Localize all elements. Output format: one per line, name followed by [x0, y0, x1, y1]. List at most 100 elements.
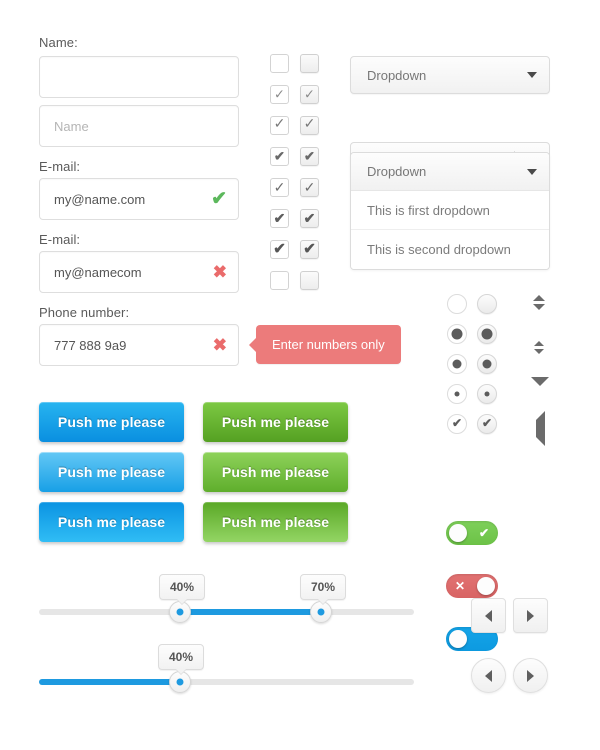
slider-fill — [39, 679, 180, 685]
radio-plain-empty[interactable] — [447, 294, 467, 314]
triangle-right-icon — [527, 669, 534, 682]
toggle-off-red[interactable]: ✕ — [446, 574, 498, 598]
triangle-down-icon[interactable] — [531, 377, 549, 403]
check-icon: ✔ — [273, 209, 286, 226]
check-icon: ✓ — [303, 116, 316, 132]
toggle-knob — [477, 577, 495, 595]
check-icon: ✓ — [273, 178, 286, 195]
phone-wrap: ✖ — [39, 324, 239, 366]
triangle-up-icon[interactable] — [534, 341, 544, 346]
email-valid-wrap: ✔ — [39, 178, 239, 220]
radio-shaded-filled-mid[interactable] — [477, 354, 497, 374]
check-icon: ✔ — [451, 416, 463, 431]
radio-dot-icon — [452, 359, 462, 369]
prev-square-button[interactable] — [471, 598, 506, 633]
checkbox-plain-6[interactable]: ✔ — [270, 209, 289, 228]
checkbox-shaded-4[interactable]: ✔ — [300, 147, 319, 166]
blue-button-2[interactable]: Push me please — [39, 452, 184, 492]
green-button-3[interactable]: Push me please — [203, 502, 348, 542]
checkbox-shaded-6[interactable]: ✔ — [300, 209, 319, 228]
triangle-up-icon[interactable] — [533, 295, 545, 301]
radio-plain-filled-mid[interactable] — [447, 354, 467, 374]
toggle-knob — [449, 630, 467, 648]
checkbox-plain-2[interactable]: ✓ — [270, 85, 289, 104]
triangle-down-icon[interactable] — [533, 304, 545, 310]
blue-button-3[interactable]: Push me please — [39, 502, 184, 542]
radio-plain-check[interactable]: ✔ — [447, 414, 467, 434]
name-label: Name: — [39, 35, 78, 50]
check-icon: ✔ — [303, 240, 316, 258]
dropdown-open-toggle[interactable]: Dropdown — [351, 153, 549, 191]
radio-plain-filled-small[interactable] — [447, 384, 467, 404]
dropdown-open: Dropdown This is first dropdown This is … — [350, 152, 550, 270]
triangle-left-icon — [485, 609, 492, 622]
check-icon: ✓ — [273, 116, 286, 132]
dropdown-simple-label: Dropdown — [367, 67, 427, 83]
check-icon: ✔ — [303, 209, 316, 226]
name-input[interactable] — [39, 56, 239, 98]
ui-kit-canvas: Name: E-mail: ✔ E-mail: ✖ Phone number: … — [0, 0, 600, 750]
email-invalid-input[interactable] — [39, 251, 239, 293]
radio-shaded-filled-small[interactable] — [477, 384, 497, 404]
green-button-2[interactable]: Push me please — [203, 452, 348, 492]
prev-round-button[interactable] — [471, 658, 506, 693]
check-icon: ✔ — [478, 526, 489, 540]
cross-icon: ✕ — [455, 579, 466, 593]
email-invalid-wrap: ✖ — [39, 251, 239, 293]
checkbox-shaded-1[interactable] — [300, 54, 319, 73]
checkbox-shaded-8[interactable] — [300, 271, 319, 290]
range-slider[interactable]: 40% 70% — [39, 570, 414, 623]
single-slider[interactable]: 40% — [39, 640, 414, 693]
check-icon: ✔ — [274, 148, 285, 164]
checkbox-shaded-3[interactable]: ✓ — [300, 116, 319, 135]
radio-dot-icon — [482, 359, 492, 369]
checkbox-shaded-2[interactable]: ✓ — [300, 85, 319, 104]
next-round-button[interactable] — [513, 658, 548, 693]
name-placeholder-input[interactable] — [39, 105, 239, 147]
triangle-right-icon — [527, 609, 534, 622]
phone-label: Phone number: — [39, 305, 130, 320]
triangle-down-icon[interactable] — [534, 349, 544, 354]
green-button-1[interactable]: Push me please — [203, 402, 348, 442]
chevron-down-icon — [527, 72, 537, 78]
slider-max-bubble: 70% — [300, 574, 347, 605]
triangle-left-icon[interactable] — [536, 411, 545, 446]
slider-value-bubble: 40% — [158, 644, 205, 675]
blue-button-1[interactable]: Push me please — [39, 402, 184, 442]
radio-shaded-check[interactable]: ✔ — [477, 414, 497, 434]
dropdown-option-1[interactable]: This is first dropdown — [351, 191, 549, 230]
next-square-button[interactable] — [513, 598, 548, 633]
checkbox-shaded-7[interactable]: ✔ — [300, 240, 319, 259]
triangle-left-icon — [485, 669, 492, 682]
toggle-on-green[interactable]: ✔ — [446, 521, 498, 545]
checkbox-plain-4[interactable]: ✔ — [270, 147, 289, 166]
dropdown-simple[interactable]: Dropdown — [350, 56, 550, 94]
email-valid-input[interactable] — [39, 178, 239, 220]
chevron-down-icon — [527, 168, 537, 175]
slider-min-bubble: 40% — [159, 574, 206, 605]
name-placeholder-input-wrap — [39, 105, 239, 147]
radio-dot-icon — [484, 391, 490, 397]
checkbox-plain-5[interactable]: ✓ — [270, 178, 289, 197]
spinner-small[interactable] — [534, 341, 544, 354]
radio-dot-icon — [481, 328, 493, 340]
checkbox-plain-7[interactable]: ✔ — [270, 240, 289, 259]
radio-shaded-filled-big[interactable] — [477, 324, 497, 344]
toggle-knob — [449, 524, 467, 542]
checkbox-shaded-5[interactable]: ✓ — [300, 178, 319, 197]
email-valid-label: E-mail: — [39, 159, 81, 174]
phone-input[interactable] — [39, 324, 239, 366]
radio-dot-icon — [451, 328, 463, 340]
checkbox-plain-8[interactable] — [270, 271, 289, 290]
dropdown-open-label: Dropdown — [367, 164, 427, 179]
radio-shaded-empty[interactable] — [477, 294, 497, 314]
spinner-large[interactable] — [533, 295, 545, 310]
dropdown-option-2[interactable]: This is second dropdown — [351, 230, 549, 269]
check-icon: ✓ — [274, 86, 285, 102]
check-icon: ✓ — [304, 86, 315, 102]
radio-plain-filled-big[interactable] — [447, 324, 467, 344]
checkbox-plain-3[interactable]: ✓ — [270, 116, 289, 135]
checkbox-plain-1[interactable] — [270, 54, 289, 73]
check-icon: ✓ — [303, 178, 316, 195]
slider-fill — [180, 609, 321, 615]
